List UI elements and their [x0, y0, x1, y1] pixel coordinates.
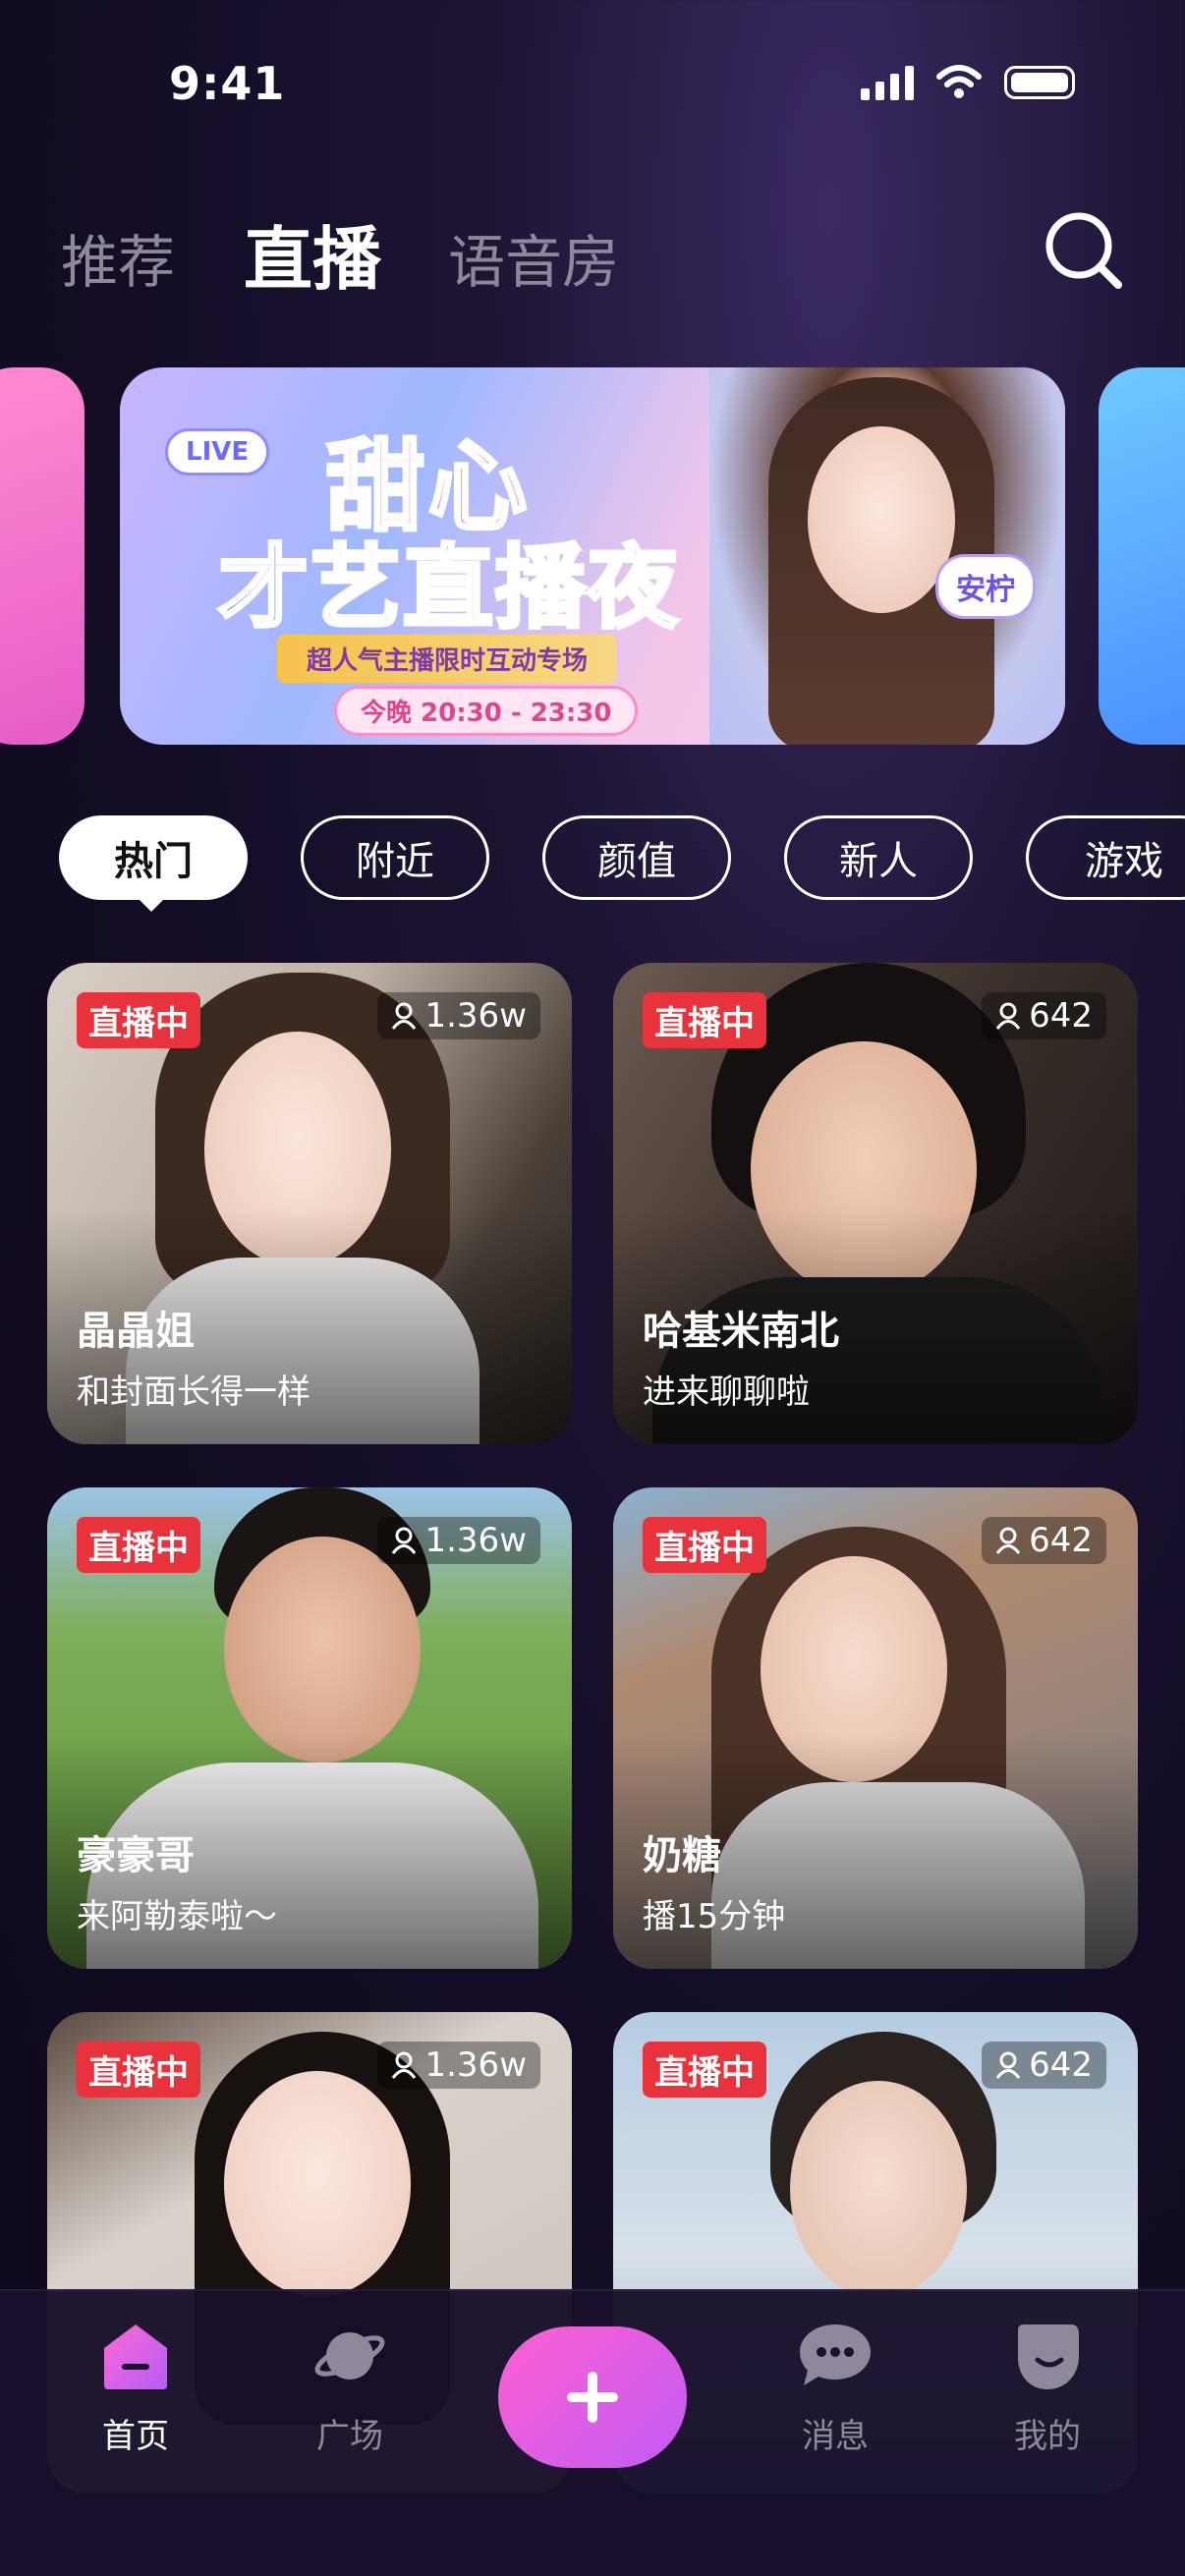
create-live-button[interactable] [498, 2326, 687, 2468]
stream-card[interactable]: 直播中 642 奶糖 播15分钟 [613, 1487, 1138, 1969]
chip-newcomer[interactable]: 新人 [784, 815, 973, 900]
banner-live-tag: LIVE [165, 428, 270, 476]
live-badge: 直播中 [643, 2042, 766, 2098]
nav-profile-label: 我的 [1014, 2417, 1081, 2456]
live-badge: 直播中 [77, 1517, 200, 1573]
viewer-count: 642 [982, 1517, 1106, 1564]
nav-square-label: 广场 [316, 2417, 383, 2456]
user-icon [995, 2051, 1021, 2079]
user-icon [392, 1002, 417, 1030]
user-icon [392, 2051, 417, 2079]
chip-looks[interactable]: 颜值 [542, 815, 731, 900]
stream-card[interactable]: 直播中 642 哈基米南北 进来聊聊啦 [613, 963, 1138, 1444]
status-time: 9:41 [169, 57, 286, 110]
streamer-name: 豪豪哥 [77, 1833, 195, 1878]
stream-card[interactable]: 直播中 1.36w 豪豪哥 来阿勒泰啦～ [47, 1487, 572, 1969]
stream-description: 来阿勒泰啦～ [77, 1897, 277, 1936]
user-icon [995, 1527, 1021, 1554]
banner-time: 今晚 20:30 - 23:30 [334, 686, 639, 736]
banner-host-image: 安柠 [709, 367, 1065, 745]
battery-icon [1004, 66, 1075, 99]
viewer-count: 642 [982, 2042, 1106, 2089]
nav-home-label: 首页 [102, 2417, 169, 2456]
banner-next[interactable] [1099, 367, 1185, 745]
viewer-count: 1.36w [377, 2042, 540, 2089]
home-icon [104, 2324, 167, 2389]
nav-messages[interactable]: 消息 [766, 2321, 904, 2457]
viewer-count: 1.36w [377, 992, 540, 1039]
banner-host-name: 安柠 [935, 554, 1036, 619]
stream-card[interactable]: 直播中 1.36w 晶晶姐 和封面长得一样 [47, 963, 572, 1444]
tab-live[interactable]: 直播 [244, 204, 381, 304]
live-badge: 直播中 [643, 1517, 766, 1573]
live-badge: 直播中 [77, 992, 200, 1048]
tab-voice-room[interactable]: 语音房 [448, 216, 619, 299]
live-badge: 直播中 [643, 992, 766, 1048]
message-icon [800, 2324, 871, 2385]
banner-title-line2: 才艺直播夜 [216, 533, 681, 643]
wifi-icon [936, 65, 982, 98]
nav-home[interactable]: 首页 [67, 2321, 204, 2457]
chip-nearby[interactable]: 附近 [301, 815, 489, 900]
banner-subtitle: 超人气主播限时互动专场 [277, 635, 618, 683]
viewer-count: 642 [982, 992, 1106, 1039]
streamer-name: 晶晶姐 [77, 1309, 195, 1354]
nav-square[interactable]: 广场 [281, 2321, 419, 2457]
cellular-signal-icon [861, 65, 914, 100]
live-badge: 直播中 [77, 2042, 200, 2098]
banner-main[interactable]: LIVE 甜心 才艺直播夜 超人气主播限时互动专场 今晚 20:30 - 23:… [120, 367, 1065, 745]
status-icons [861, 65, 1075, 100]
chip-hot[interactable]: 热门 [59, 815, 248, 900]
user-icon [995, 1002, 1021, 1030]
nav-profile[interactable]: 我的 [979, 2321, 1116, 2457]
streamer-name: 哈基米南北 [643, 1309, 839, 1354]
chip-games[interactable]: 游戏 [1026, 815, 1185, 900]
nav-messages-label: 消息 [802, 2417, 869, 2456]
banner-prev[interactable] [0, 367, 85, 745]
profile-icon [1018, 2324, 1079, 2389]
stream-description: 播15分钟 [643, 1897, 786, 1936]
bottom-nav: 首页 广场 消息 我的 [0, 2289, 1185, 2576]
search-icon[interactable] [1042, 208, 1124, 291]
planet-icon [314, 2332, 385, 2380]
plus-icon [567, 2372, 618, 2423]
user-icon [392, 1527, 417, 1554]
viewer-count: 1.36w [377, 1517, 540, 1564]
stream-description: 进来聊聊啦 [643, 1372, 810, 1412]
stream-description: 和封面长得一样 [77, 1372, 310, 1412]
chip-active-pointer [136, 896, 167, 912]
tab-recommend[interactable]: 推荐 [61, 216, 175, 299]
streamer-name: 奶糖 [643, 1833, 721, 1878]
